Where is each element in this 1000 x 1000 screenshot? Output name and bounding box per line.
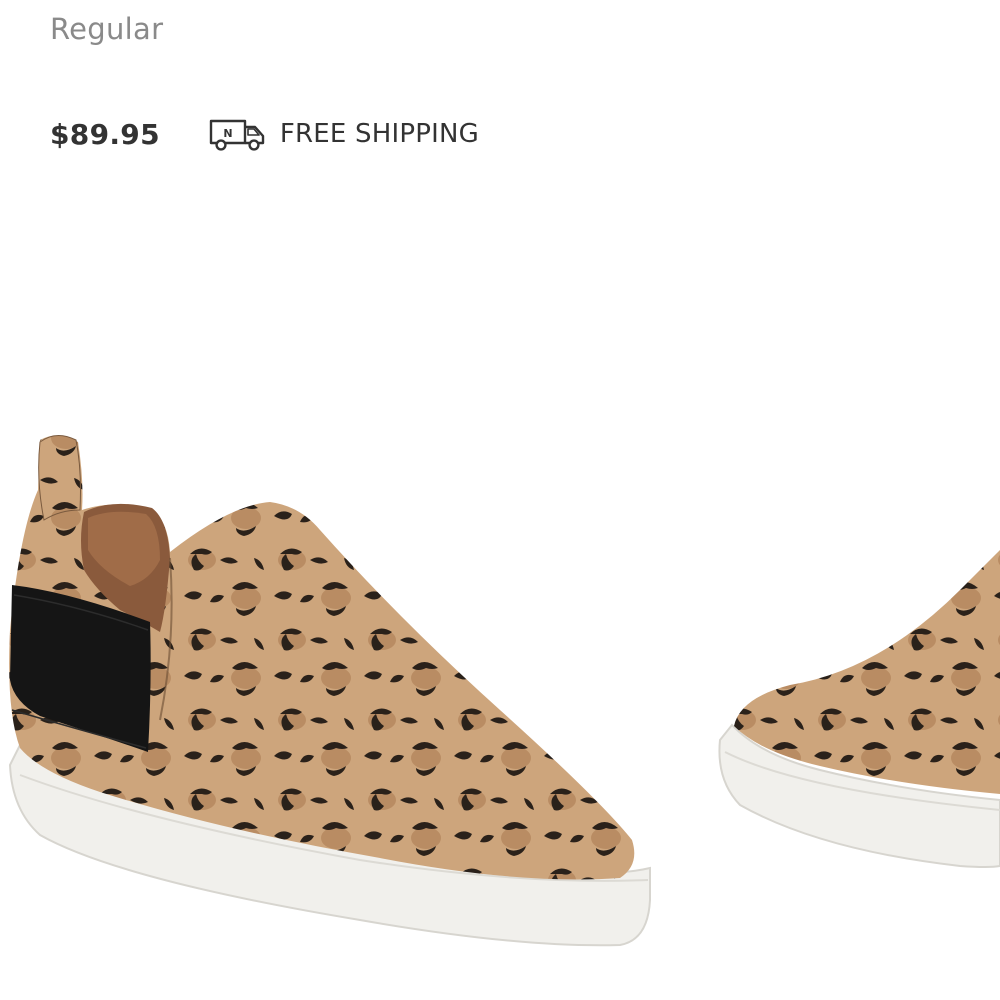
product-detail-page: Regular $89.95 N FREE SHIPPING xyxy=(0,0,1000,1000)
free-shipping-badge: N FREE SHIPPING xyxy=(208,117,479,151)
free-shipping-label: FREE SHIPPING xyxy=(279,119,479,149)
product-image[interactable] xyxy=(0,380,1000,1000)
width-label: Regular xyxy=(50,12,164,46)
svg-text:N: N xyxy=(223,127,232,140)
price: $89.95 xyxy=(50,117,160,151)
truck-icon: N xyxy=(208,117,266,151)
price-row: $89.95 N FREE SHIPPING xyxy=(50,112,479,156)
